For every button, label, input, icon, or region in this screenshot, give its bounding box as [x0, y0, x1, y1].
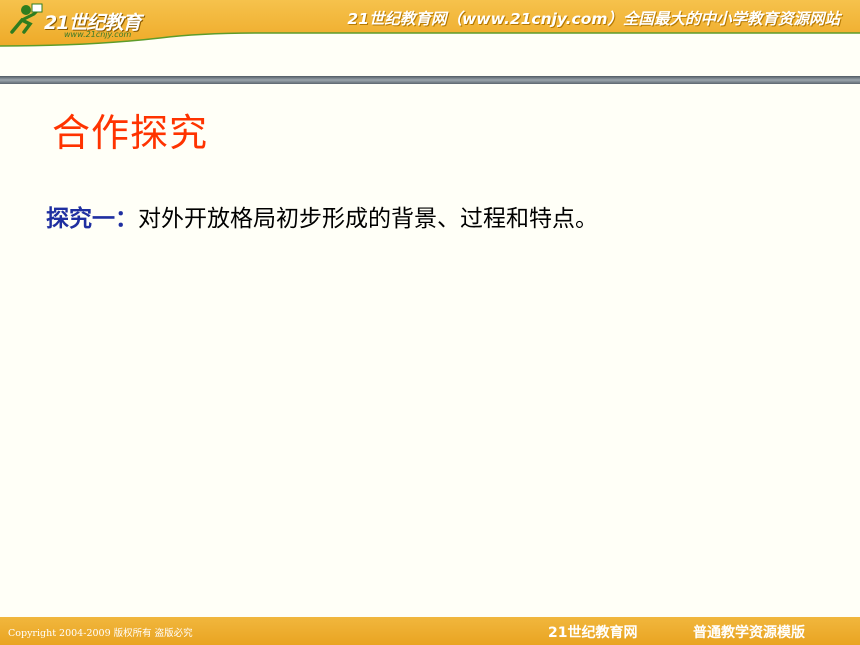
footer-site-name[interactable]: 21世纪教育网	[548, 622, 637, 642]
header-divider-bar	[0, 76, 860, 84]
inquiry-question: 探究一：对外开放格局初步形成的背景、过程和特点。	[46, 199, 598, 233]
footer-bar: Copyright 2004-2009 版权所有 盗版必究 21世纪教育网 普通…	[0, 617, 860, 645]
inquiry-label: 探究一：	[46, 206, 138, 232]
header-slogan: 21世纪教育网（www.21cnjy.com）全国最大的中小学教育资源网站	[347, 10, 840, 28]
slide-title: 合作探究	[52, 111, 209, 155]
header-banner: 21世纪教育 www.21cnjy.com 21世纪教育网（www.21cnjy…	[0, 0, 860, 50]
header-curve-divider	[0, 32, 860, 50]
inquiry-text: 对外开放格局初步形成的背景、过程和特点。	[138, 206, 598, 232]
footer-copyright: Copyright 2004-2009 版权所有 盗版必究	[8, 628, 193, 639]
footer-template-name: 普通教学资源模版	[693, 625, 805, 641]
